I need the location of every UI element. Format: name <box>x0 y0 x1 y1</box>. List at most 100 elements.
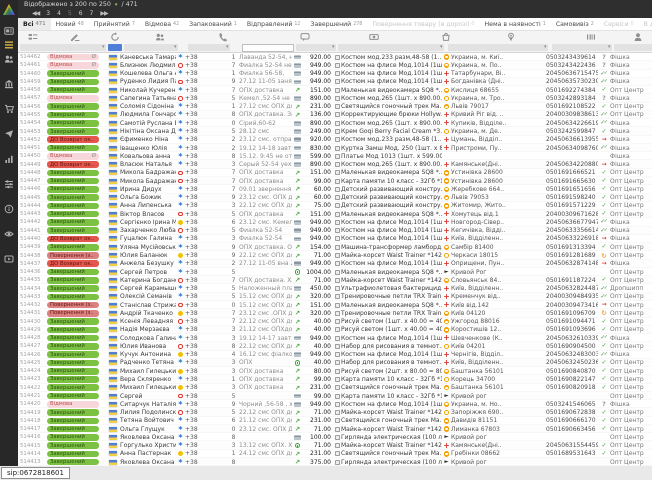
sidebar-item-dashboard-icon[interactable] <box>4 26 14 36</box>
sidebar-item-company-icon[interactable] <box>4 79 14 89</box>
sidebar-item-reports-icon[interactable] <box>4 154 14 164</box>
product-filter[interactable]: ▾ <box>338 44 444 51</box>
first-page-button[interactable]: ◀◀ <box>32 9 39 18</box>
tab-1[interactable]: Всі471 <box>18 18 51 31</box>
order-row[interactable]: 514451ЗавершенийІващенко Юлія*+38219.12 … <box>18 144 652 152</box>
order-row[interactable]: 514442ЗавершенийСергієнко Ірина Ми..+386… <box>18 218 652 226</box>
order-row[interactable]: 514452ДО Возврат ок..Єфименко Ніна*+3822… <box>18 136 652 144</box>
status-column-icon[interactable] <box>28 32 38 42</box>
order-row[interactable]: 514440ДО Возврат ок..Гуцалюк Галина*+383… <box>18 235 652 243</box>
tab-6[interactable]: Відправлений12 <box>242 18 306 31</box>
client-column-icon[interactable] <box>155 32 165 42</box>
sidebar-item-video-icon[interactable] <box>4 254 14 264</box>
sidebar-item-orders-list-icon[interactable] <box>4 40 14 50</box>
payment-filter[interactable]: ▾ <box>296 44 336 51</box>
order-row[interactable]: 514429ЗавершенийНадія Мерзаєва*+38321.12… <box>18 326 652 334</box>
tab-5[interactable]: Запакований1 <box>184 18 242 31</box>
order-row[interactable]: 514423ЗавершенийВера Скляренко*+381ОПХ д… <box>18 375 652 383</box>
manager-filter[interactable] <box>614 44 652 51</box>
tab-12[interactable]: В дорозі додому0 <box>639 18 652 31</box>
order-row[interactable]: 514415ЗавершенийГоргулько Христина..*+38… <box>18 441 652 449</box>
order-row[interactable]: 514455ЗавершенийЛюдмила Гончарова*+388ОП… <box>18 111 652 119</box>
tab-9[interactable]: Нема в наявності1 <box>479 18 550 31</box>
tab-4[interactable]: Відмова42 <box>140 18 184 31</box>
order-row[interactable]: 514431Повернення (з..Андрій Ткаченко+387… <box>18 309 652 317</box>
sidebar-item-cart-icon[interactable] <box>4 104 14 114</box>
comment-search-input[interactable] <box>242 44 294 52</box>
sidebar-item-campaigns-icon[interactable] <box>4 129 14 139</box>
order-row[interactable]: 514439ЗавершенийУляна Мусійовська*+389ОП… <box>18 243 652 251</box>
client-filter[interactable]: ▾ <box>124 44 178 51</box>
order-row[interactable]: 514447ЗавершенийМикола Бадражан+387ОПХ д… <box>18 177 652 185</box>
order-row[interactable]: 514436ЗавершенийСергей Петров*+3851004.0… <box>18 268 652 276</box>
order-row[interactable]: 514448ЗавершенийМикола Бадражан+387ОПХ д… <box>18 169 652 177</box>
order-row[interactable]: 514444ЗавершенийАнна Липенська*+38322.12… <box>18 202 652 210</box>
order-row[interactable]: 514461ВідмоваØБлизнюк Людмила ..+387Фиал… <box>18 61 652 69</box>
order-row[interactable]: 514445ЗавершенийОльга Божик*+38923.12 см… <box>18 194 652 202</box>
order-row[interactable]: 514441ЗавершенийЗахарченко Люба+385Фиалк… <box>18 227 652 235</box>
tracking-column-icon[interactable] <box>586 32 596 42</box>
order-row[interactable]: 514454ЗавершенийСамотій Руслана Во..*+38… <box>18 119 652 127</box>
page-number-4[interactable]: 4 <box>57 9 61 18</box>
order-row[interactable]: 514453ЗавершенийНікітіна Оксана Дми..*+3… <box>18 127 652 135</box>
page-number-5[interactable]: 5 <box>68 9 72 18</box>
order-row[interactable]: 514419ЗавершенийЛилия Подолинская+38522.… <box>18 408 652 416</box>
order-row[interactable]: 514437ДО Возврат ок..Анжела Безушку*+382… <box>18 260 652 268</box>
sidebar-item-customers-icon[interactable] <box>4 54 14 64</box>
status-filter[interactable]: ▾ <box>20 44 106 51</box>
order-row[interactable]: 514450ВідмоваØКовальова анна*+38815.12. … <box>18 152 652 160</box>
order-row[interactable]: 514427ЗавершенийЮлия Иванова+38822.12 см… <box>18 342 652 350</box>
order-row[interactable]: 514460ЗавершенийКошелева Ольга Ар..*+381… <box>18 70 652 78</box>
order-row[interactable]: 514428ЗавершенийСолодкова Галина В..*+38… <box>18 334 652 342</box>
order-row[interactable]: 514424ЗавершенийМихаил Гилецький+383ОПХ … <box>18 367 652 375</box>
comment-column-icon[interactable] <box>300 32 310 42</box>
order-row[interactable]: 514418ЗавершенийТетяна Войтович*+38621.1… <box>18 417 652 425</box>
edit-column-icon[interactable] <box>70 32 80 42</box>
page-number-3[interactable]: 3 <box>46 9 50 18</box>
order-row[interactable]: 514416ЗавершенийЯковлева Оксана*+388100.… <box>18 433 652 441</box>
tab-11[interactable]: Сервіси0 <box>599 18 639 31</box>
order-row[interactable]: 514433ЗавершенийОлексій Семанів*+38515.1… <box>18 293 652 301</box>
sync-column-icon[interactable] <box>110 32 120 42</box>
page-number-7[interactable]: 7 <box>90 9 94 18</box>
order-row[interactable]: 514417ЗавершенийОльга Глущук*+38023.12 с… <box>18 425 652 433</box>
phone-filter[interactable]: ▾ <box>188 44 230 51</box>
last-page-button[interactable]: ▶▶ <box>100 9 107 18</box>
order-row[interactable]: 514457ВідмоваСапегина Татьяна С..+385Кем… <box>18 94 652 102</box>
phone-column-icon[interactable] <box>218 32 228 42</box>
order-row[interactable]: 514438Повернення (з..Юлия Баланюк+38922.… <box>18 251 652 259</box>
tab-3[interactable]: Прийнятий7 <box>89 18 140 31</box>
order-row[interactable]: 514462ВідмоваØКаневська Тамара ..*+381Ла… <box>18 53 652 61</box>
delivery-column-icon[interactable] <box>506 32 516 42</box>
order-row[interactable]: 514456ЗавершенийСоломія Сідоніна*+38127.… <box>18 103 652 111</box>
delivery-filter[interactable]: ▾ <box>448 44 548 51</box>
payment-column-icon[interactable] <box>369 32 379 42</box>
order-row[interactable]: 514420ВідмоваСитарчук Наталія Гр..*+389Ч… <box>18 400 652 408</box>
order-row[interactable]: 514458ЗавершенийНиколай Кучеренко*+387ОП… <box>18 86 652 94</box>
order-row[interactable]: 514422ЗавершенийМихаил Гилецький+383ОПХ … <box>18 384 652 392</box>
order-row[interactable]: 514449ДО Возврат ок..Власюк Наталья*+383… <box>18 160 652 168</box>
order-row[interactable]: 514435ЗавершенийКатерина Богданова+387ОП… <box>18 276 652 284</box>
order-row[interactable]: 514432Повернення (з..Станіслав Стрижак+3… <box>18 301 652 309</box>
order-row[interactable]: 514425ЗавершенийРадченко Тетяна*+383ОПХ4… <box>18 359 652 367</box>
tab-10[interactable]: Самовивіз2 <box>551 18 599 31</box>
page-size-caret-icon[interactable]: ▾ <box>115 2 118 8</box>
order-row[interactable]: 514430ЗавершенийКсенія Левадняя+38722.12… <box>18 318 652 326</box>
order-row[interactable]: 514459ЗавершенийРуденко Лидия Пав..+3892… <box>18 78 652 86</box>
tab-2[interactable]: Новий48 <box>51 18 89 31</box>
tab-7[interactable]: Завершений278 <box>305 18 367 31</box>
product-column-icon[interactable] <box>441 32 451 42</box>
flag-filter[interactable] <box>108 44 122 51</box>
order-row[interactable]: 514446ЗавершенийИрина Дидух*+38709.01 зв… <box>18 185 652 193</box>
sidebar-item-feedback-icon[interactable] <box>4 229 14 239</box>
sidebar-item-settings-icon[interactable] <box>4 179 14 189</box>
page-number-6[interactable]: 6 <box>79 9 83 18</box>
order-row[interactable]: 514414ЗавершенийАнна Пастернак+38124.12 … <box>18 450 652 458</box>
order-row[interactable]: 514421ЗавершенийСергей+38599.00Карта пам… <box>18 392 652 400</box>
tracking-filter[interactable]: ▾ <box>552 44 612 51</box>
order-row[interactable]: 514443ЗавершенийВіктор Власов+385ОПХ дос… <box>18 210 652 218</box>
sidebar-item-info-icon[interactable] <box>4 204 14 214</box>
order-row[interactable]: 514434ЗавершенийСергей Карамышев*+385Нал… <box>18 284 652 292</box>
manager-column-icon[interactable] <box>633 32 643 42</box>
tab-8[interactable]: Повернення товару (в дорозі)0 <box>367 18 479 31</box>
